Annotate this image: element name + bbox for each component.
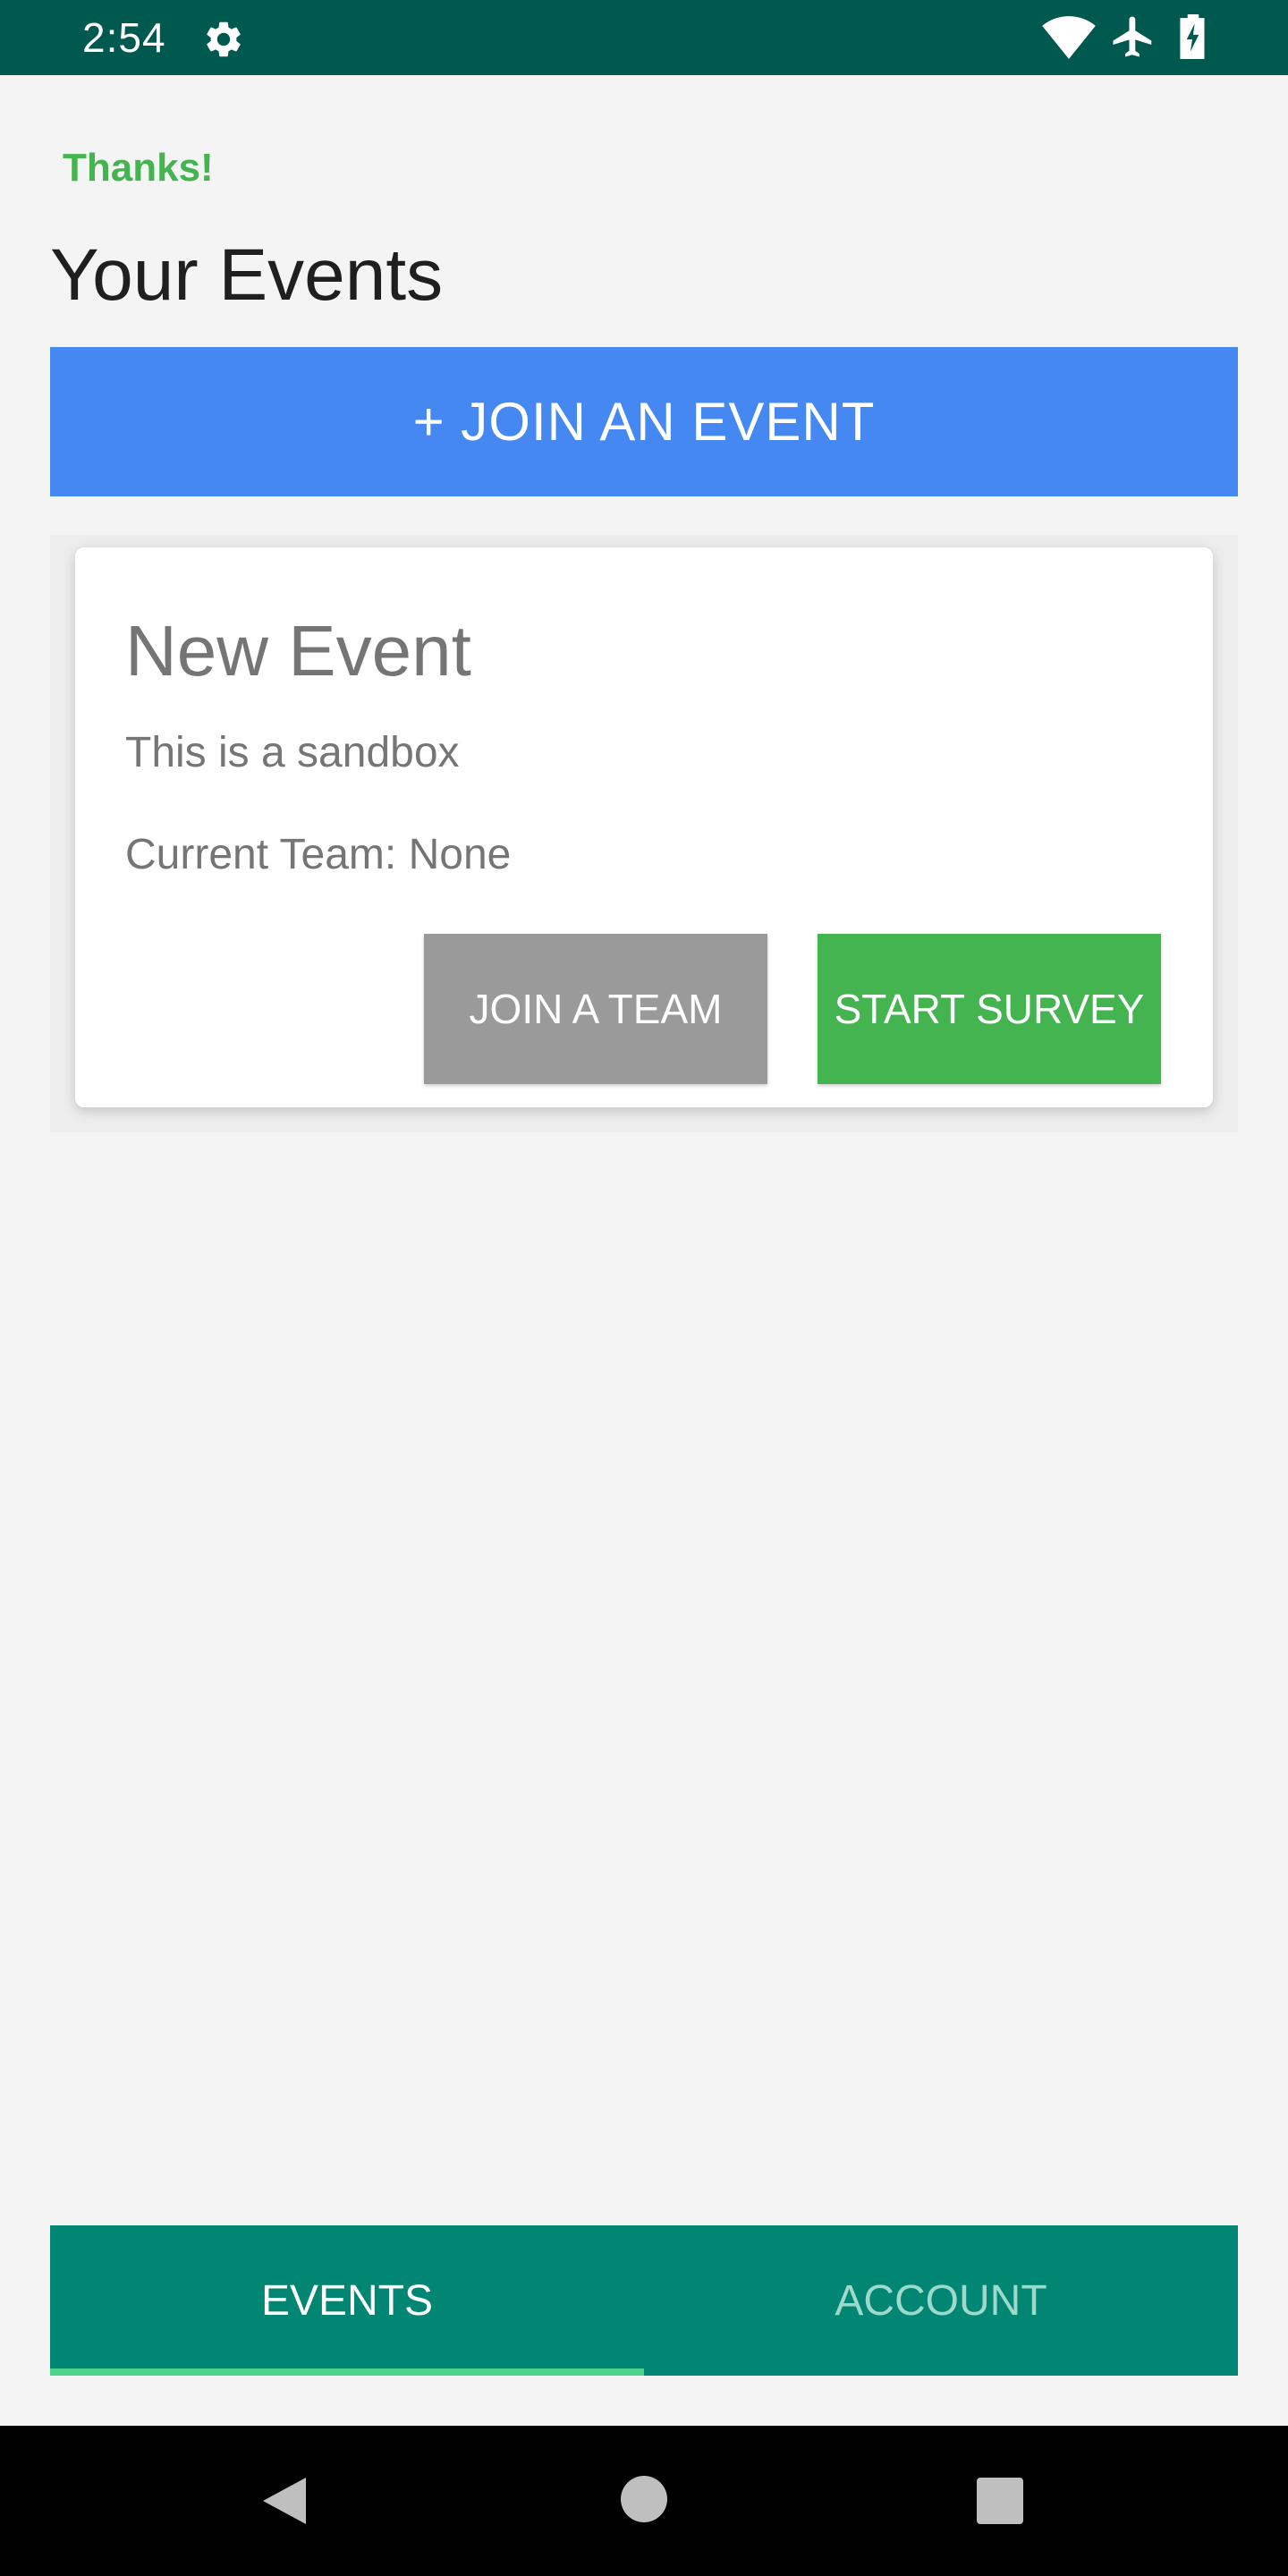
back-icon[interactable] — [259, 2474, 309, 2528]
status-bar: 2:54 — [0, 0, 1288, 75]
battery-icon — [1180, 14, 1205, 59]
current-team: Current Team: None — [125, 828, 511, 882]
wifi-icon — [1042, 16, 1096, 59]
current-team-label: Current Team: — [125, 831, 397, 878]
thanks-message: Thanks! — [63, 146, 214, 190]
bottom-tab-bar: EVENTS ACCOUNT — [50, 2225, 1238, 2376]
status-time: 2:54 — [82, 14, 166, 61]
event-card: New Event This is a sandbox Current Team… — [75, 547, 1213, 1107]
gear-icon — [207, 21, 241, 57]
event-title: New Event — [125, 611, 471, 691]
current-team-value: None — [408, 831, 512, 878]
app-screen: 2:54 Thanks! Your Events + JOIN AN EVENT… — [0, 0, 1288, 2576]
airplane-icon — [1113, 16, 1152, 57]
start-survey-button[interactable]: START SURVEY — [818, 934, 1161, 1084]
event-description: This is a sandbox — [125, 729, 460, 776]
page-title: Your Events — [50, 234, 444, 316]
tab-events[interactable]: EVENTS — [50, 2225, 644, 2376]
system-nav-bar — [0, 2426, 1288, 2576]
home-icon[interactable] — [621, 2476, 667, 2522]
tab-account[interactable]: ACCOUNT — [644, 2225, 1238, 2376]
tab-selected-indicator — [50, 2368, 644, 2376]
recents-icon[interactable] — [977, 2478, 1023, 2524]
join-event-button[interactable]: + JOIN AN EVENT — [50, 347, 1238, 496]
join-team-button[interactable]: JOIN A TEAM — [424, 934, 767, 1084]
